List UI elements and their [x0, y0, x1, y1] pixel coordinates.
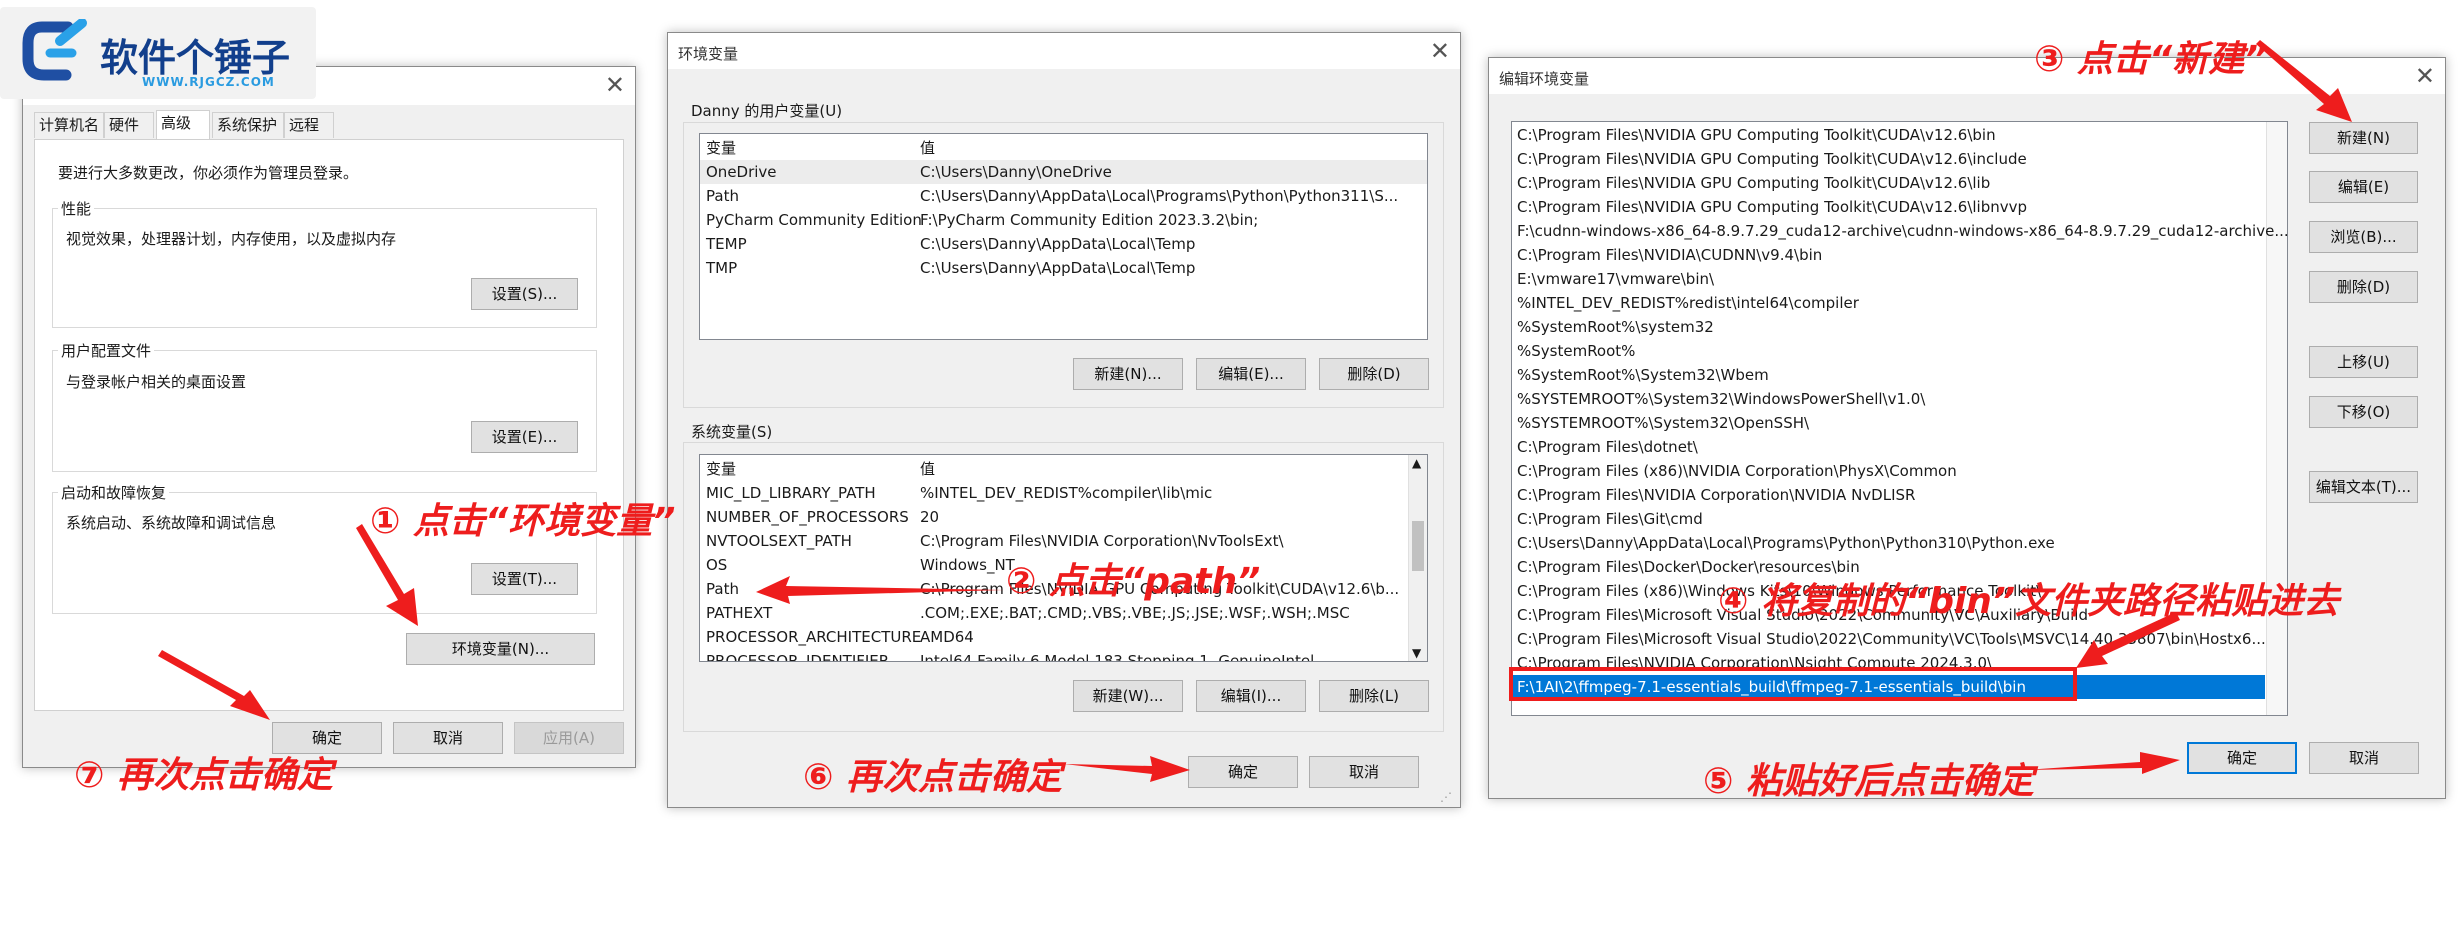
annotation-arrows [158, 40, 2352, 782]
